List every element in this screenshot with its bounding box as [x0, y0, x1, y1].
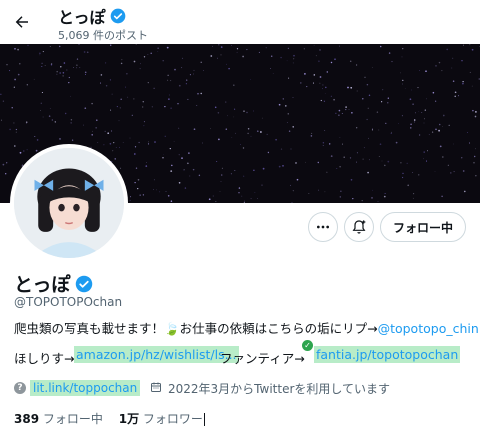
following-button[interactable]: フォロー中 — [380, 212, 466, 242]
notifications-button[interactable] — [344, 212, 374, 242]
followers-stat[interactable]: 1万 フォロワー — [119, 412, 205, 426]
more-options-button[interactable] — [308, 212, 338, 242]
header-title: とっぽ — [58, 4, 126, 28]
check-icon: ✓ — [302, 340, 313, 351]
bio-text: 爬虫類の写真も載せます！ — [14, 321, 165, 336]
display-name: とっぽ — [14, 274, 71, 296]
more-horizontal-icon — [317, 225, 329, 229]
followers-label: フォロワー — [142, 412, 203, 426]
verified-badge-icon — [110, 8, 126, 24]
bio-work-text: お仕事の依頼はこちらの垢にリプ→ — [179, 321, 378, 336]
arrow-left-icon — [15, 16, 28, 28]
wishlist-label: ほしりす→ — [14, 351, 75, 366]
amazon-wishlist-link[interactable]: amazon.jp/hz/wishlist/ls... — [74, 346, 239, 363]
verified-badge-icon — [75, 275, 93, 293]
profile-meta: ? lit.link/toppochan 2022年3月からTwitterを利用… — [14, 380, 476, 400]
profile-bio: 爬虫類の写真も載せます！🍃お仕事の依頼はこちらの垢にリプ→@topotopo_c… — [14, 318, 479, 366]
avatar-photo — [14, 148, 124, 258]
fantia-label: ファンティア→ — [220, 351, 305, 366]
text-cursor — [203, 413, 205, 426]
following-label: フォロー中 — [42, 412, 103, 426]
follow-stats: 389 フォロー中 1万 フォロワー — [14, 410, 205, 427]
profile-name: とっぽ — [14, 270, 93, 297]
followers-count: 1万 — [118, 412, 140, 426]
post-count: 5,069 件のポスト — [58, 29, 148, 42]
fantia-link[interactable]: fantia.jp/topotopochan — [314, 346, 461, 363]
bell-plus-icon — [352, 220, 366, 234]
header-name: とっぽ — [58, 8, 106, 27]
avatar[interactable] — [10, 144, 128, 262]
profile-header: とっぽ 5,069 件のポスト — [0, 0, 480, 44]
website-link[interactable]: lit.link/toppochan — [30, 380, 141, 396]
following-count: 389 — [14, 412, 40, 426]
bio-line-1: 爬虫類の写真も載せます！🍃お仕事の依頼はこちらの垢にリプ→@topotopo_c… — [14, 318, 479, 337]
bio-line-2: ほしりす→ amazon.jp/hz/wishlist/ls... ファンティア… — [14, 340, 476, 370]
mention-link[interactable]: @topotopo_chin — [378, 321, 479, 336]
back-button[interactable] — [8, 8, 36, 36]
leaf-icon: 🍃 — [164, 321, 180, 336]
joined-date: 2022年3月からTwitterを利用しています — [168, 382, 391, 396]
link-icon: ? — [14, 382, 26, 394]
following-stat[interactable]: 389 フォロー中 — [14, 412, 103, 426]
profile-handle: @TOPOTOPOchan — [14, 295, 123, 309]
calendar-icon — [150, 381, 162, 396]
